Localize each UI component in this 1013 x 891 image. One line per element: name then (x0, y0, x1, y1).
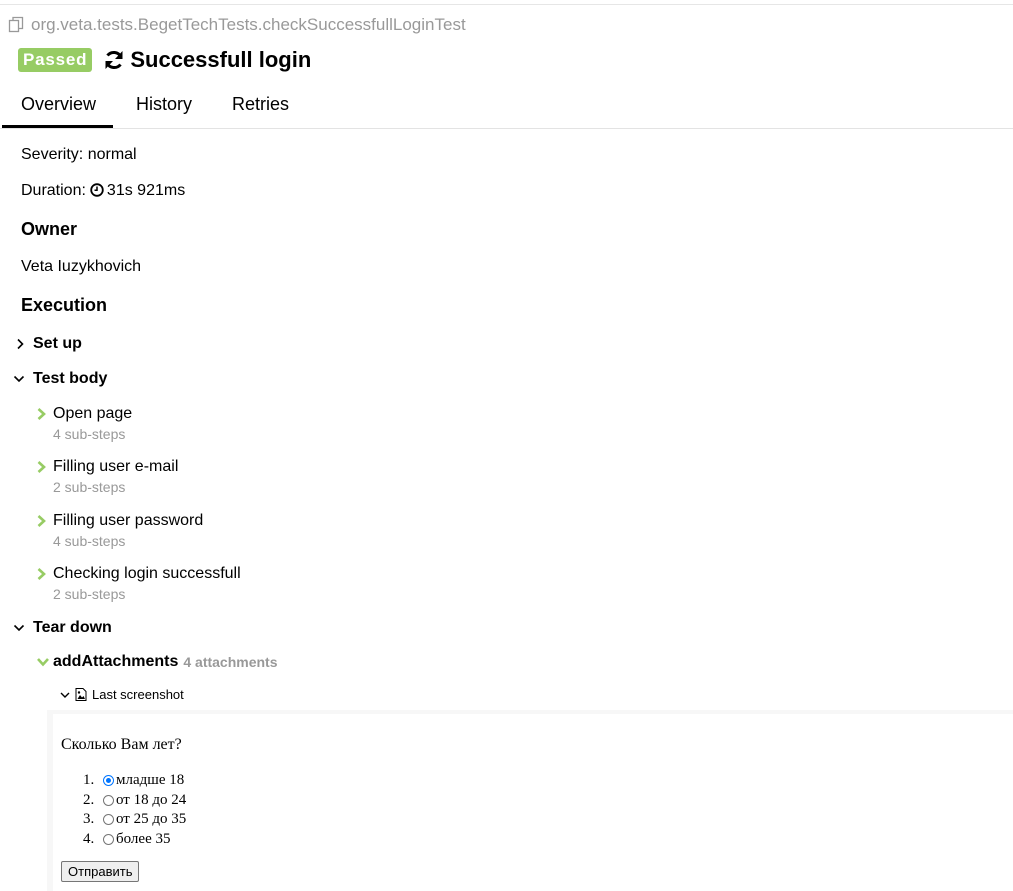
step-title: Checking login successfull (53, 565, 241, 582)
step-substeps: 2 sub-steps (53, 479, 126, 495)
option-label: младше 18 (116, 772, 185, 788)
green-chevron-right-icon (37, 568, 46, 580)
duration-value: 31s 921ms (106, 182, 186, 199)
survey-option: 3. от 25 до 35 (83, 811, 186, 828)
survey-option: 1. младше 18 (83, 772, 184, 789)
setup-stage[interactable]: Set up (15, 335, 82, 353)
screenshot-content: Сколько Вам лет? 1. младше 18 2. от 18 д… (53, 714, 1013, 891)
screenshot-preview: Сколько Вам лет? 1. младше 18 2. от 18 д… (47, 710, 1013, 891)
step-title: Open page (53, 405, 133, 422)
severity: Severity: normal (21, 146, 137, 163)
duration-label: Duration: (21, 182, 86, 199)
step-substeps: 4 sub-steps (53, 533, 126, 549)
option-label: более 35 (116, 831, 171, 847)
tab-overview[interactable]: Overview (21, 94, 96, 115)
step-substeps: 4 sub-steps (53, 426, 126, 442)
option-number: 3. (83, 811, 95, 827)
retry-icon (105, 50, 123, 70)
green-chevron-right-icon (37, 408, 46, 420)
chevron-down-icon (60, 692, 70, 698)
tab-bar: Overview History Retries (0, 84, 1013, 129)
step-item[interactable]: Filling user e-mail 2 sub-steps (36, 458, 178, 495)
active-tab-indicator (2, 125, 113, 128)
radio-button[interactable] (103, 834, 114, 845)
step-substeps: 2 sub-steps (53, 586, 126, 602)
teardown-stage[interactable]: Tear down (13, 619, 112, 637)
tab-retries[interactable]: Retries (232, 94, 289, 115)
clock-icon (90, 183, 104, 197)
duration: Duration: 31s 921ms (21, 182, 185, 200)
test-body-label: Test body (33, 370, 108, 387)
chevron-down-icon (13, 375, 25, 383)
test-fullname[interactable]: org.veta.tests.BegetTechTests.checkSucce… (8, 15, 466, 35)
step-item[interactable]: Filling user password 4 sub-steps (36, 512, 203, 549)
test-body-stage[interactable]: Test body (13, 370, 107, 388)
radio-button[interactable] (103, 795, 114, 806)
owner-heading: Owner (21, 219, 78, 239)
attachment-step[interactable]: addAttachments 4 attachments (36, 653, 278, 671)
survey-question: Сколько Вам лет? (61, 736, 182, 753)
teardown-label: Tear down (33, 619, 112, 636)
attachment-item[interactable]: Last screenshot (60, 687, 189, 702)
survey-option: 2. от 18 до 24 (83, 792, 186, 809)
option-number: 2. (83, 792, 95, 808)
test-fullname-text: org.veta.tests.BegetTechTests.checkSucce… (31, 15, 466, 34)
execution-heading: Execution (21, 295, 108, 315)
title-row: Passed Successfull login (18, 47, 311, 73)
copy-icon (8, 16, 24, 33)
green-chevron-right-icon (37, 461, 46, 473)
submit-button[interactable]: Отправить (61, 861, 140, 882)
survey-option: 4. более 35 (83, 831, 171, 848)
option-number: 4. (83, 831, 95, 847)
setup-label: Set up (33, 335, 82, 352)
attachment-name: Last screenshot (92, 687, 184, 702)
radio-button[interactable] (103, 775, 114, 786)
step-title: Filling user password (53, 512, 204, 529)
green-chevron-right-icon (37, 515, 46, 527)
status-badge: Passed (18, 48, 93, 72)
tab-history[interactable]: History (136, 94, 192, 115)
test-title: Successfull login (130, 47, 312, 72)
owner-name: Veta Iuzykhovich (21, 258, 142, 275)
option-label: от 25 до 35 (116, 811, 187, 827)
top-divider (0, 4, 1013, 5)
radio-button[interactable] (103, 814, 114, 825)
attachment-count: 4 attachments (183, 654, 278, 670)
step-title: Filling user e-mail (53, 458, 179, 475)
green-chevron-down-icon (37, 658, 49, 667)
chevron-right-icon (17, 338, 24, 350)
option-number: 1. (83, 772, 95, 788)
attachment-step-title: addAttachments (53, 653, 179, 670)
option-label: от 18 до 24 (116, 792, 187, 808)
step-item[interactable]: Checking login successfull 2 sub-steps (36, 565, 241, 602)
image-file-icon (75, 688, 87, 701)
step-item[interactable]: Open page 4 sub-steps (36, 405, 132, 442)
chevron-down-icon (13, 624, 25, 632)
